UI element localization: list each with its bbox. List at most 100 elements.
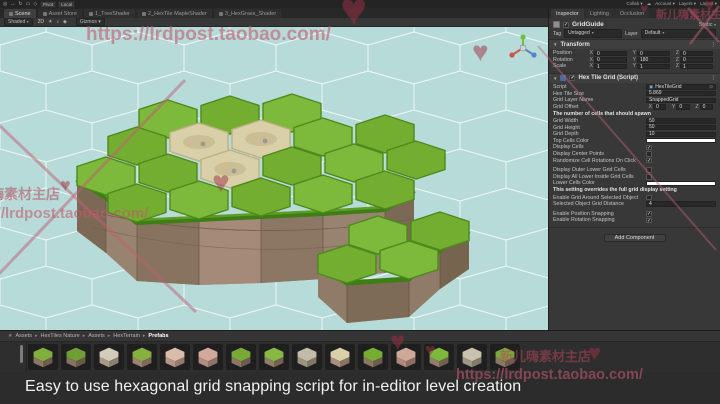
hex-tile-stone-grey[interactable]: [292, 344, 322, 370]
audio-toggle-icon[interactable]: ♪: [57, 19, 60, 25]
transform-rotation-z-field[interactable]: 0: [680, 57, 713, 63]
hex-tile-stone-pink-3[interactable]: [391, 344, 421, 370]
static-dropdown[interactable]: Static ▾: [699, 22, 716, 28]
local-button[interactable]: Local: [58, 0, 75, 8]
gizmos-dropdown[interactable]: Gizmos ▾: [75, 18, 105, 26]
rotate-tool-icon[interactable]: ↻: [18, 1, 22, 7]
hex-tile-grass-5[interactable]: [490, 344, 520, 370]
inspector-tab-inspector[interactable]: Inspector: [551, 9, 584, 18]
color-swatch[interactable]: [646, 180, 716, 186]
lighting-toggle-icon[interactable]: ☀: [48, 19, 52, 25]
effects-toggle-icon[interactable]: ◈: [63, 19, 67, 25]
pivot-button[interactable]: Pivot: [40, 0, 57, 8]
hex-tile-grass-bright[interactable]: [259, 344, 289, 370]
scene-tab-2-hextile-mapleshader[interactable]: 2_HexTile MapleShader: [137, 9, 212, 18]
object-field[interactable]: ▣ HexTileGrid ⊙: [646, 84, 716, 90]
move-tool-icon[interactable]: ↔: [10, 1, 15, 7]
field-checkbox[interactable]: [646, 194, 652, 201]
toolbar-item-collab[interactable]: Collab ▾: [626, 1, 642, 7]
transform-scale-z-field[interactable]: 1: [680, 63, 713, 69]
scene-orientation-gizmo[interactable]: [506, 33, 540, 67]
2d-toggle[interactable]: 2D: [38, 19, 44, 25]
value-field[interactable]: 5.869: [646, 91, 716, 97]
hex-tile-grass-1[interactable]: [28, 344, 58, 370]
scene-tab-asset-store[interactable]: Asset Store: [37, 9, 83, 18]
hex-tile-thumbnail-icon: [429, 347, 449, 368]
hex-tile-grass-2[interactable]: [226, 344, 256, 370]
field-checkbox[interactable]: [646, 167, 652, 173]
scene-tab-3-hexgrass-shader[interactable]: 3_HexGrass_Shader: [213, 9, 282, 18]
hex-tile-stone-pink-2[interactable]: [193, 344, 223, 370]
hex-tile-stone-2[interactable]: [457, 344, 487, 370]
tab-label: 1_TreeShader: [95, 10, 131, 17]
hex-tile-stone-pink-1[interactable]: [160, 344, 190, 370]
value-field[interactable]: 10: [646, 131, 716, 137]
shading-mode-dropdown[interactable]: Shaded ▾: [4, 18, 33, 26]
hand-tool-icon[interactable]: ◎: [3, 1, 7, 7]
scene-tab-1-treeshader[interactable]: 1_TreeShader: [84, 9, 136, 18]
scale-tool-icon[interactable]: ▭: [26, 1, 31, 7]
component-menu-icon[interactable]: ⋮: [711, 42, 716, 48]
vector-z-field[interactable]: 0: [699, 104, 713, 110]
field-checkbox[interactable]: [646, 151, 652, 157]
axis-label: Z: [675, 63, 679, 70]
foldout-icon[interactable]: ▼: [553, 42, 557, 47]
transform-row-rotation: Rotation X 0 Y 180 Z 0: [553, 57, 716, 64]
hex-tile-grass-4[interactable]: [424, 344, 454, 370]
breadcrumb-item-hexterrain[interactable]: HexTerrain: [113, 333, 140, 339]
toolbar-item-layout[interactable]: Layout ▾: [700, 1, 717, 7]
tag-dropdown[interactable]: Untagged ▾: [564, 29, 623, 38]
favorite-star-icon[interactable]: ★: [8, 333, 12, 339]
field-checkbox[interactable]: ✓: [646, 144, 652, 151]
component-menu-icon[interactable]: ⋮: [711, 75, 716, 81]
hex-tile-stone-white[interactable]: [94, 344, 124, 370]
toolbar-item-layers[interactable]: Layers ▾: [679, 1, 696, 7]
field-checkbox[interactable]: ✓: [646, 211, 652, 217]
toolbar-item-item[interactable]: ☁: [647, 1, 652, 7]
object-picker-icon[interactable]: ⊙: [709, 84, 713, 90]
inspector-tab-occlusion[interactable]: Occlusion: [614, 9, 650, 18]
value-field[interactable]: 4: [646, 201, 716, 207]
gameobject-name-field[interactable]: GridGuide: [572, 21, 696, 28]
inspector-tab-lighting[interactable]: Lighting: [584, 9, 614, 18]
transform-scale-y-field[interactable]: 1: [637, 63, 670, 69]
transform-rotation-y-field[interactable]: 180: [637, 57, 670, 63]
hex-tile-grass-sand[interactable]: [127, 344, 157, 370]
static-label: Static: [698, 21, 713, 28]
vector-y-field[interactable]: 0: [676, 104, 690, 110]
breadcrumb-item-prefabs[interactable]: Prefabs: [148, 333, 168, 339]
breadcrumb-item-assets[interactable]: Assets: [15, 333, 32, 339]
transform-position-x-field[interactable]: 0: [594, 50, 627, 56]
value-field[interactable]: 50: [646, 125, 716, 131]
scene-tab-scene[interactable]: Scene: [4, 9, 36, 18]
rect-tool-icon[interactable]: ◇: [33, 1, 37, 7]
hex-tile-grass-moss[interactable]: [61, 344, 91, 370]
layer-dropdown[interactable]: Default ▾: [640, 29, 716, 38]
scene-3d-viewport[interactable]: [0, 27, 548, 330]
breadcrumb-item-hextiles-nature[interactable]: HexTiles Nature: [41, 333, 80, 339]
field-checkbox[interactable]: ✓: [646, 217, 652, 224]
script-component-header[interactable]: ▼ ✓ Hex Tile Grid (Script) ⋮: [549, 73, 720, 83]
value-field[interactable]: SnappedGrid: [646, 97, 716, 103]
value-field[interactable]: 50: [646, 118, 716, 124]
field-label: Display All Lower Inside Grid Cells: [553, 173, 634, 180]
transform-position-y-field[interactable]: 0: [637, 50, 670, 56]
script-enabled-checkbox[interactable]: ✓: [569, 75, 576, 82]
transform-scale-x-field[interactable]: 1: [594, 63, 627, 69]
field-checkbox[interactable]: [646, 174, 652, 180]
gameobject-enabled-checkbox[interactable]: ✓: [563, 21, 569, 28]
breadcrumb-item-assets[interactable]: Assets: [88, 333, 105, 339]
toolbar-item-account[interactable]: Account ▾: [655, 1, 675, 7]
foldout-icon[interactable]: ▼: [553, 76, 557, 81]
project-scrollbar[interactable]: [20, 345, 23, 363]
hex-tile-sand[interactable]: [325, 344, 355, 370]
shading-mode-label: Shaded: [8, 19, 26, 25]
transform-position-z-field[interactable]: 0: [680, 50, 713, 56]
vector-x-field[interactable]: 0: [653, 104, 667, 110]
add-component-button[interactable]: Add Component: [603, 233, 666, 242]
hex-tile-grass-3[interactable]: [358, 344, 388, 370]
field-checkbox[interactable]: ✓: [646, 157, 652, 164]
transform-header[interactable]: ▼ Transform ⋮: [549, 40, 720, 49]
transform-rotation-x-field[interactable]: 0: [594, 57, 627, 63]
color-swatch[interactable]: [646, 138, 716, 144]
